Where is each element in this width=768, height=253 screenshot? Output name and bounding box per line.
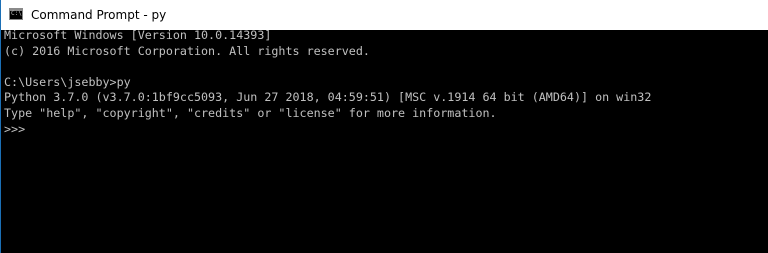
console-output[interactable]: Microsoft Windows [Version 10.0.14393] (… xyxy=(4,28,764,250)
title-bar[interactable]: C:\ Command Prompt - py xyxy=(1,0,768,30)
python-prompt[interactable]: >>> xyxy=(4,122,764,138)
console-line-python-help: Type "help", "copyright", "credits" or "… xyxy=(4,105,497,120)
command-prompt-window: C:\ Command Prompt - py Microsoft Window… xyxy=(0,0,768,253)
console-line-blank xyxy=(4,59,764,75)
console-line-python-version: Python 3.7.0 (v3.7.0:1bf9cc5093, Jun 27 … xyxy=(4,90,652,105)
console-line-copyright: (c) 2016 Microsoft Corporation. All righ… xyxy=(4,43,370,58)
window-title: Command Prompt - py xyxy=(31,8,167,22)
cmd-icon: C:\ xyxy=(9,8,23,20)
console-line-command: C:\Users\jsebby>py xyxy=(4,74,131,89)
cmd-icon-prompt: C:\ xyxy=(11,10,22,17)
console-line-version: Microsoft Windows [Version 10.0.14393] xyxy=(4,28,272,42)
